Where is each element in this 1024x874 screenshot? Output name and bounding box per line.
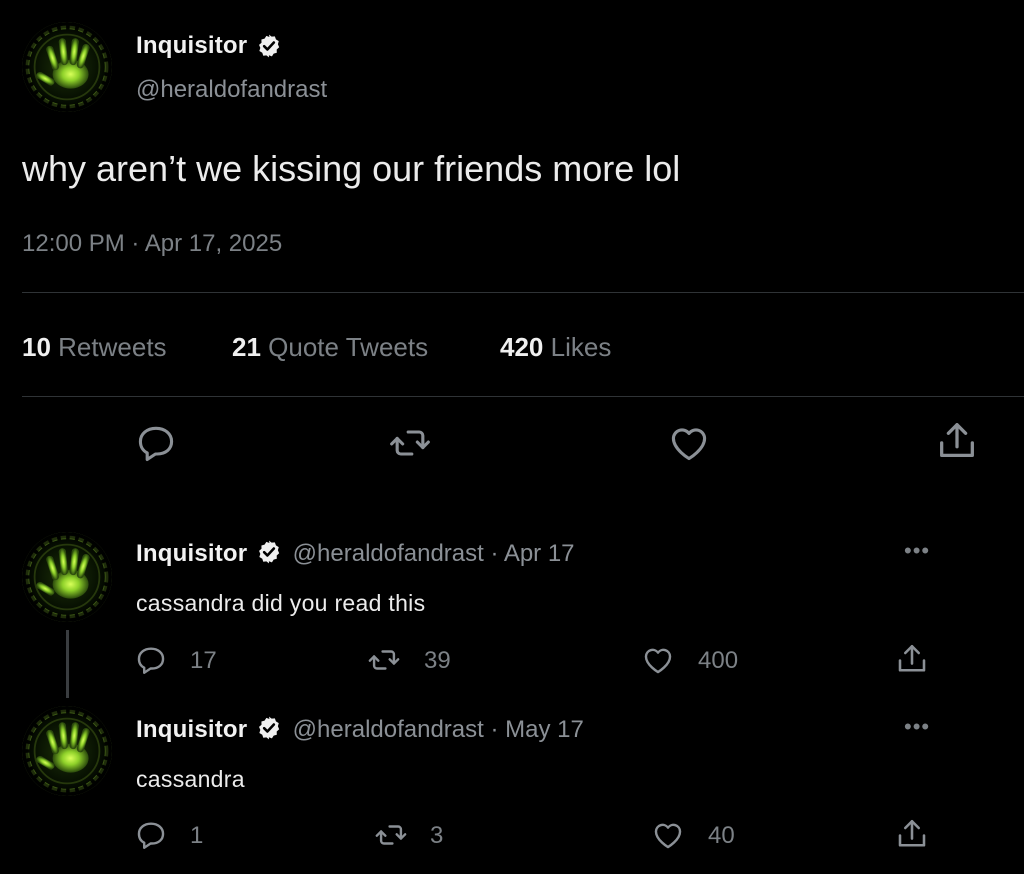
reply-icon <box>134 818 168 852</box>
share-button[interactable] <box>934 418 980 464</box>
reply-like-button[interactable] <box>650 818 686 852</box>
reply-retweet-count: 3 <box>430 822 444 849</box>
verified-badge-icon <box>256 33 282 59</box>
reply-button[interactable] <box>134 421 178 465</box>
reply-text: cassandra did you read this <box>136 590 426 616</box>
share-icon <box>894 816 930 852</box>
reply-header: Inquisitor @heraldofandrast · Apr 17 <box>136 540 575 568</box>
tweet-timestamp[interactable]: 12:00 PM · Apr 17, 2025 <box>22 230 282 258</box>
reply-retweet-button[interactable] <box>372 818 410 852</box>
author-avatar[interactable] <box>22 22 112 112</box>
likes-stat[interactable]: 420 Likes <box>500 332 611 363</box>
tweet-text: why aren’t we kissing our friends more l… <box>22 148 681 189</box>
verified-badge-icon <box>256 715 282 741</box>
quote-tweets-stat[interactable]: 21 Quote Tweets <box>232 332 428 363</box>
reply-text: cassandra <box>136 766 245 792</box>
retweets-stat[interactable]: 10 Retweets <box>22 332 167 363</box>
divider-top <box>22 292 1024 293</box>
reply-avatar[interactable] <box>22 706 112 796</box>
retweets-count: 10 <box>22 332 51 362</box>
retweet-icon <box>386 421 434 465</box>
share-icon <box>934 418 980 464</box>
retweet-icon <box>372 818 410 852</box>
like-icon <box>640 643 676 677</box>
reply-share-button[interactable] <box>894 641 930 677</box>
reply-retweet-button[interactable] <box>365 643 403 677</box>
retweet-icon <box>365 643 403 677</box>
reply-header: Inquisitor @heraldofandrast · May 17 <box>136 716 584 744</box>
reply-like-button[interactable] <box>640 643 676 677</box>
reply-reply-button[interactable] <box>134 643 168 677</box>
reply-reply-button[interactable] <box>134 818 168 852</box>
reply-retweet-count: 39 <box>424 647 451 674</box>
likes-count: 420 <box>500 332 544 362</box>
reply-reply-count: 1 <box>190 822 204 849</box>
more-options-button[interactable]: ••• <box>904 714 930 740</box>
reply-like-count: 40 <box>708 822 735 849</box>
reply-author-name[interactable]: Inquisitor <box>136 716 247 743</box>
thread-connector <box>66 630 69 698</box>
reply-reply-count: 17 <box>190 647 217 674</box>
reply-icon <box>134 421 178 465</box>
likes-label: Likes <box>550 332 612 362</box>
verified-badge-icon <box>256 539 282 565</box>
reply-icon <box>134 643 168 677</box>
reply-like-count: 400 <box>698 647 739 674</box>
share-icon <box>894 641 930 677</box>
avatar-image <box>22 22 112 112</box>
avatar-image <box>22 532 112 622</box>
author-handle[interactable]: @heraldofandrast <box>136 76 327 104</box>
like-button[interactable] <box>666 421 712 465</box>
quotes-label: Quote Tweets <box>268 332 429 362</box>
reply-handle-date[interactable]: @heraldofandrast · May 17 <box>293 716 584 743</box>
reply-handle-date[interactable]: @heraldofandrast · Apr 17 <box>293 540 575 567</box>
divider-bottom <box>22 396 1024 397</box>
reply-avatar[interactable] <box>22 532 112 622</box>
retweet-button[interactable] <box>386 421 434 465</box>
more-options-button[interactable]: ••• <box>904 538 930 564</box>
like-icon <box>666 421 712 465</box>
like-icon <box>650 818 686 852</box>
author-name[interactable]: Inquisitor <box>136 32 247 59</box>
retweets-label: Retweets <box>58 332 167 362</box>
reply-share-button[interactable] <box>894 816 930 852</box>
avatar-image <box>22 706 112 796</box>
reply-author-name[interactable]: Inquisitor <box>136 540 247 567</box>
quotes-count: 21 <box>232 332 261 362</box>
author-name-row[interactable]: Inquisitor <box>136 32 282 60</box>
